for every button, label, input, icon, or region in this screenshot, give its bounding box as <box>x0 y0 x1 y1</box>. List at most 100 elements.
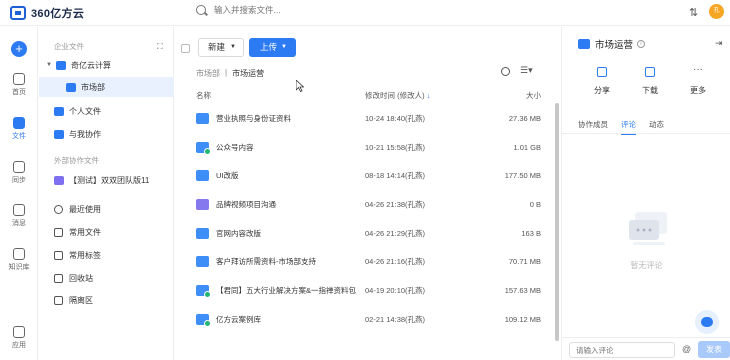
logo-icon <box>10 6 26 20</box>
file-name: 品牌视频项目沟通 <box>216 199 276 209</box>
table-row[interactable]: 亿方云案例库 02-21 14:38(孔燕) 109.12 MB <box>196 305 541 333</box>
upload-button[interactable]: 上传 ▼ <box>249 38 296 57</box>
sidebar-item-recycle[interactable]: 回收站 <box>39 268 174 288</box>
rail-item-home[interactable]: 首页 <box>0 73 38 97</box>
file-time: 08-18 14:14(孔燕) <box>365 170 426 180</box>
shared-folder-icon <box>196 284 211 298</box>
chevron-down-icon: ▼ <box>230 44 236 50</box>
panel-title-text: 市场运营 <box>595 40 634 51</box>
file-name: 公众号内容 <box>216 142 254 152</box>
column-name[interactable]: 名称 <box>196 90 211 101</box>
trash-icon <box>54 273 63 283</box>
new-button[interactable]: 新建 ▼ <box>198 38 244 57</box>
global-search[interactable] <box>196 5 374 15</box>
share-action[interactable]: 分享 <box>587 67 617 96</box>
rail-item-knowledge[interactable]: 知识库 <box>0 248 38 272</box>
sort-desc-icon: ↓ <box>426 91 431 100</box>
select-all-checkbox[interactable] <box>181 44 190 53</box>
shared-folder-icon <box>578 39 590 49</box>
sidebar-item-common-tags[interactable]: 常用标签 <box>39 245 174 265</box>
shared-folder-icon <box>54 129 64 139</box>
table-row[interactable]: 客户拜访所需资料-市场部支持 04-26 21:16(孔燕) 70.71 MB <box>196 247 541 275</box>
app-window: 360亿方云 ⇅ 孔 + 首页 文件 同步 消息 知识库 <box>0 0 730 360</box>
file-size: 157.63 MB <box>504 285 541 295</box>
rail-label: 文件 <box>12 133 26 140</box>
download-action[interactable]: 下载 <box>635 67 665 96</box>
upload-button-label: 上传 <box>260 42 278 52</box>
external-section-label: 外部协作文件 <box>54 156 99 165</box>
caret-down-icon[interactable]: ▼ <box>44 62 54 68</box>
sidebar-item-label: 常用标签 <box>69 250 101 260</box>
team-folder-icon <box>54 175 64 185</box>
folder-icon <box>196 112 209 124</box>
book-icon <box>13 248 25 260</box>
sidebar-item-label: 与我协作 <box>69 129 101 139</box>
info-icon[interactable]: i <box>637 40 646 48</box>
column-size[interactable]: 大小 <box>526 90 541 101</box>
rail-label: 消息 <box>12 220 26 227</box>
rail-item-messages[interactable]: 消息 <box>0 204 38 228</box>
shared-folder-icon <box>196 313 211 327</box>
rail-item-sync[interactable]: 同步 <box>0 161 38 185</box>
rail-label: 应用 <box>12 342 26 349</box>
breadcrumb-current: 市场运营 <box>232 69 265 78</box>
sidebar-item-common-files[interactable]: 常用文件 <box>39 222 174 242</box>
file-name: 客户拜访所需资料-市场部支持 <box>216 256 316 266</box>
view-mode-icon[interactable]: ☰▾ <box>520 65 533 76</box>
chevron-down-icon: ▼ <box>281 44 287 50</box>
logo[interactable]: 360亿方云 <box>10 5 84 21</box>
assistant-bot-icon[interactable] <box>695 310 719 334</box>
table-row[interactable]: 公众号内容 10-21 15:58(孔燕) 1.01 GB <box>196 133 541 161</box>
personal-folder-icon <box>54 106 64 116</box>
file-name: 【君同】五大行业解决方案&一指禅资料包 <box>216 285 357 295</box>
team-folder-icon <box>196 198 209 210</box>
sidebar-item-recent[interactable]: 最近使用 <box>39 199 174 219</box>
sidebar-item-personal[interactable]: 个人文件 <box>39 101 174 121</box>
folder-icon <box>13 117 25 129</box>
folder-icon <box>196 169 209 181</box>
table-row[interactable]: 【君同】五大行业解决方案&一指禅资料包 04-19 20:10(孔燕) 157.… <box>196 276 541 304</box>
search-icon[interactable] <box>501 67 510 76</box>
sidebar-item-marketing[interactable]: 市场部 <box>39 77 174 97</box>
scrollbar[interactable] <box>555 103 559 341</box>
sidebar-item-label: 常用文件 <box>69 227 101 237</box>
mention-icon[interactable]: @ <box>682 344 691 354</box>
file-size: 1.01 GB <box>513 142 541 152</box>
table-row[interactable]: 品牌视频项目沟通 04-26 21:38(孔燕) 0 B <box>196 190 541 218</box>
rail-item-files[interactable]: 文件 <box>0 117 38 141</box>
table-row[interactable]: 官网内容改版 04-26 21:29(孔燕) 163 B <box>196 219 541 247</box>
comment-input[interactable] <box>569 342 675 358</box>
send-button[interactable]: 发表 <box>698 341 730 358</box>
share-label: 分享 <box>594 86 610 95</box>
breadcrumb-parent[interactable]: 市场部 <box>196 68 220 79</box>
more-action[interactable]: ··· 更多 <box>683 64 713 96</box>
transfer-icon[interactable]: ⇅ <box>689 6 698 19</box>
collapse-panel-icon[interactable]: ⇥ <box>715 38 723 49</box>
search-input[interactable] <box>214 5 374 15</box>
sidebar-item-label: 隔离区 <box>69 295 93 305</box>
file-name: UI改版 <box>216 170 239 180</box>
more-dots-icon: ··· <box>693 64 703 75</box>
column-header: 名称 修改时间 (修改人) ↓ 大小 <box>196 90 541 102</box>
sidebar-item-shared[interactable]: 与我协作 <box>39 124 174 144</box>
sidebar-item-quarantine[interactable]: 隔离区 <box>39 290 174 310</box>
rail-label: 首页 <box>12 89 26 96</box>
download-icon <box>645 67 655 77</box>
column-time[interactable]: 修改时间 (修改人) ↓ <box>365 90 430 101</box>
sidebar-item-root[interactable]: ▼ 奇亿云计算 <box>39 55 174 75</box>
empty-comments-illustration <box>629 212 667 245</box>
file-size: 109.12 MB <box>504 314 541 324</box>
rail-item-apps[interactable]: 应用 <box>0 326 38 350</box>
download-label: 下载 <box>642 86 658 95</box>
sidebar-item-external[interactable]: 【测试】双双团队版11 <box>39 170 174 190</box>
top-bar: 360亿方云 ⇅ 孔 <box>0 0 730 26</box>
add-button[interactable]: + <box>11 41 27 57</box>
file-size: 163 B <box>521 228 541 238</box>
table-row[interactable]: 营业执照与身份证资料 10-24 18:40(孔燕) 27.36 MB <box>196 104 541 132</box>
file-time: 02-21 14:38(孔燕) <box>365 314 426 324</box>
sidebar-item-label: 奇亿云计算 <box>71 60 111 70</box>
folder-icon <box>66 82 76 92</box>
avatar[interactable]: 孔 <box>709 4 724 19</box>
table-row[interactable]: UI改版 08-18 14:14(孔燕) 177.50 MB <box>196 161 541 189</box>
org-tree-icon[interactable]: ⛶ <box>157 42 163 52</box>
